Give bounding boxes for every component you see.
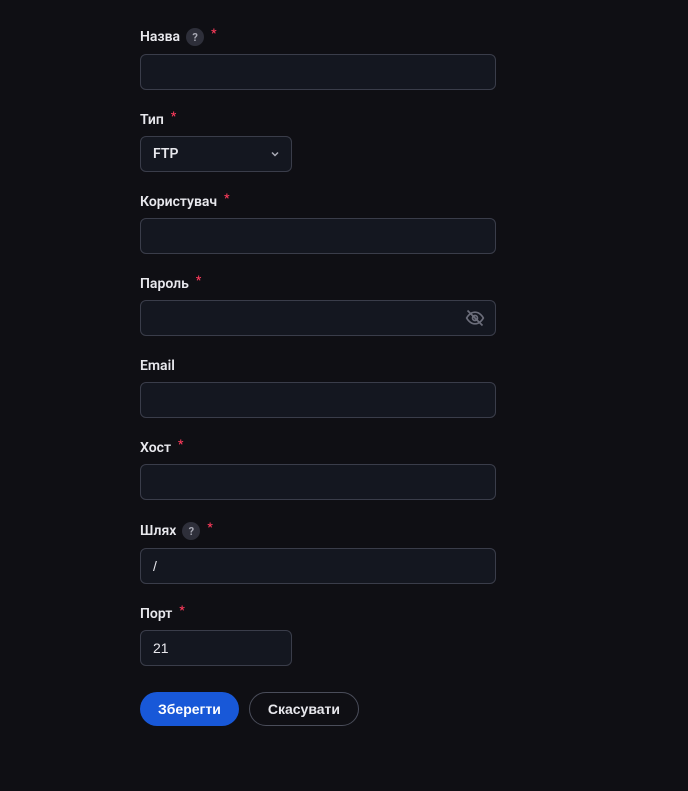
- chevron-down-icon: [269, 145, 281, 164]
- save-button[interactable]: Зберегти: [140, 692, 239, 726]
- type-select-value: FTP: [153, 146, 178, 162]
- user-label: Користувач: [140, 194, 217, 210]
- required-mark: *: [178, 437, 183, 451]
- type-select[interactable]: FTP: [140, 136, 292, 172]
- required-mark: *: [211, 26, 216, 40]
- eye-off-icon[interactable]: [465, 308, 485, 328]
- host-label: Хост: [140, 440, 171, 456]
- port-label: Порт: [140, 606, 172, 622]
- required-mark: *: [224, 191, 229, 205]
- type-label: Тип: [140, 112, 164, 128]
- required-mark: *: [179, 603, 184, 617]
- port-input[interactable]: [140, 630, 292, 666]
- name-label: Назва: [140, 29, 180, 45]
- user-input[interactable]: [140, 218, 496, 254]
- help-icon[interactable]: ?: [182, 522, 200, 540]
- required-mark: *: [196, 273, 201, 287]
- name-input[interactable]: [140, 54, 496, 90]
- required-mark: *: [207, 520, 212, 534]
- email-label: Email: [140, 358, 175, 374]
- path-input[interactable]: [140, 548, 496, 584]
- password-input[interactable]: [153, 310, 465, 326]
- cancel-button[interactable]: Скасувати: [249, 692, 359, 726]
- path-label: Шлях: [140, 523, 176, 539]
- help-icon[interactable]: ?: [186, 28, 204, 46]
- required-mark: *: [171, 109, 176, 123]
- email-input[interactable]: [140, 382, 496, 418]
- host-input[interactable]: [140, 464, 496, 500]
- password-label: Пароль: [140, 276, 189, 292]
